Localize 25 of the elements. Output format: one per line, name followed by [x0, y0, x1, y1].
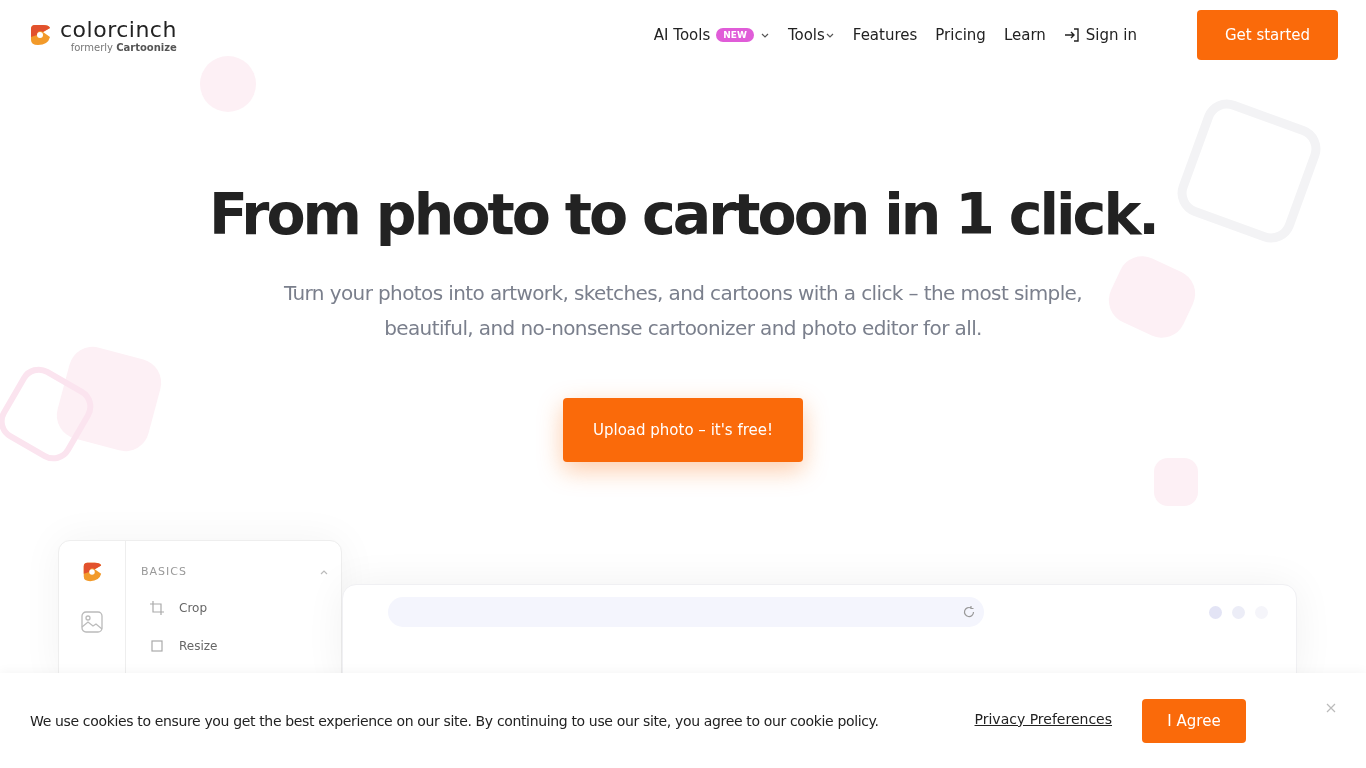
logo-tagline: formerly Cartoonize: [70, 41, 177, 53]
nav-link[interactable]: Features: [852, 26, 918, 44]
logo-icon: [28, 23, 52, 47]
app-logo-icon: [81, 561, 103, 583]
window-dot: [1209, 605, 1222, 619]
nav-link[interactable]: AI Tools: [653, 26, 711, 44]
crop-icon: [149, 600, 165, 616]
resize-icon: [149, 638, 165, 654]
logo-text: colorcinch: [60, 17, 177, 42]
tool-item[interactable]: Resize: [179, 639, 218, 653]
reload-icon[interactable]: [962, 605, 976, 619]
nav-link[interactable]: Pricing: [935, 26, 986, 44]
sign-in-icon: [1063, 27, 1080, 43]
nav-link[interactable]: Tools: [787, 26, 825, 44]
nav-link[interactable]: Sign in: [1063, 26, 1137, 44]
new-badge: NEW: [716, 28, 754, 42]
image-icon[interactable]: [81, 611, 103, 633]
hero-title: From photo to cartoon in 1 click.: [209, 180, 1157, 249]
nav-link[interactable]: Learn: [1003, 26, 1046, 44]
hero-subtitle: Turn your photos into artwork, sketches, and cartoons with a click – the most simple, beautiful, and no-nonsense cartoonizer and photo editor for all.: [282, 280, 1084, 342]
tool-item[interactable]: Crop: [179, 601, 207, 615]
section-title: BASICS: [141, 565, 187, 578]
cookie-message: We use cookies to ensure you get the best experience on our site. By continuing to use our site, you agree to our cookie policy.: [30, 712, 879, 729]
privacy-preferences-link[interactable]: Privacy Preferences: [974, 710, 1112, 727]
close-icon[interactable]: [1326, 702, 1336, 713]
